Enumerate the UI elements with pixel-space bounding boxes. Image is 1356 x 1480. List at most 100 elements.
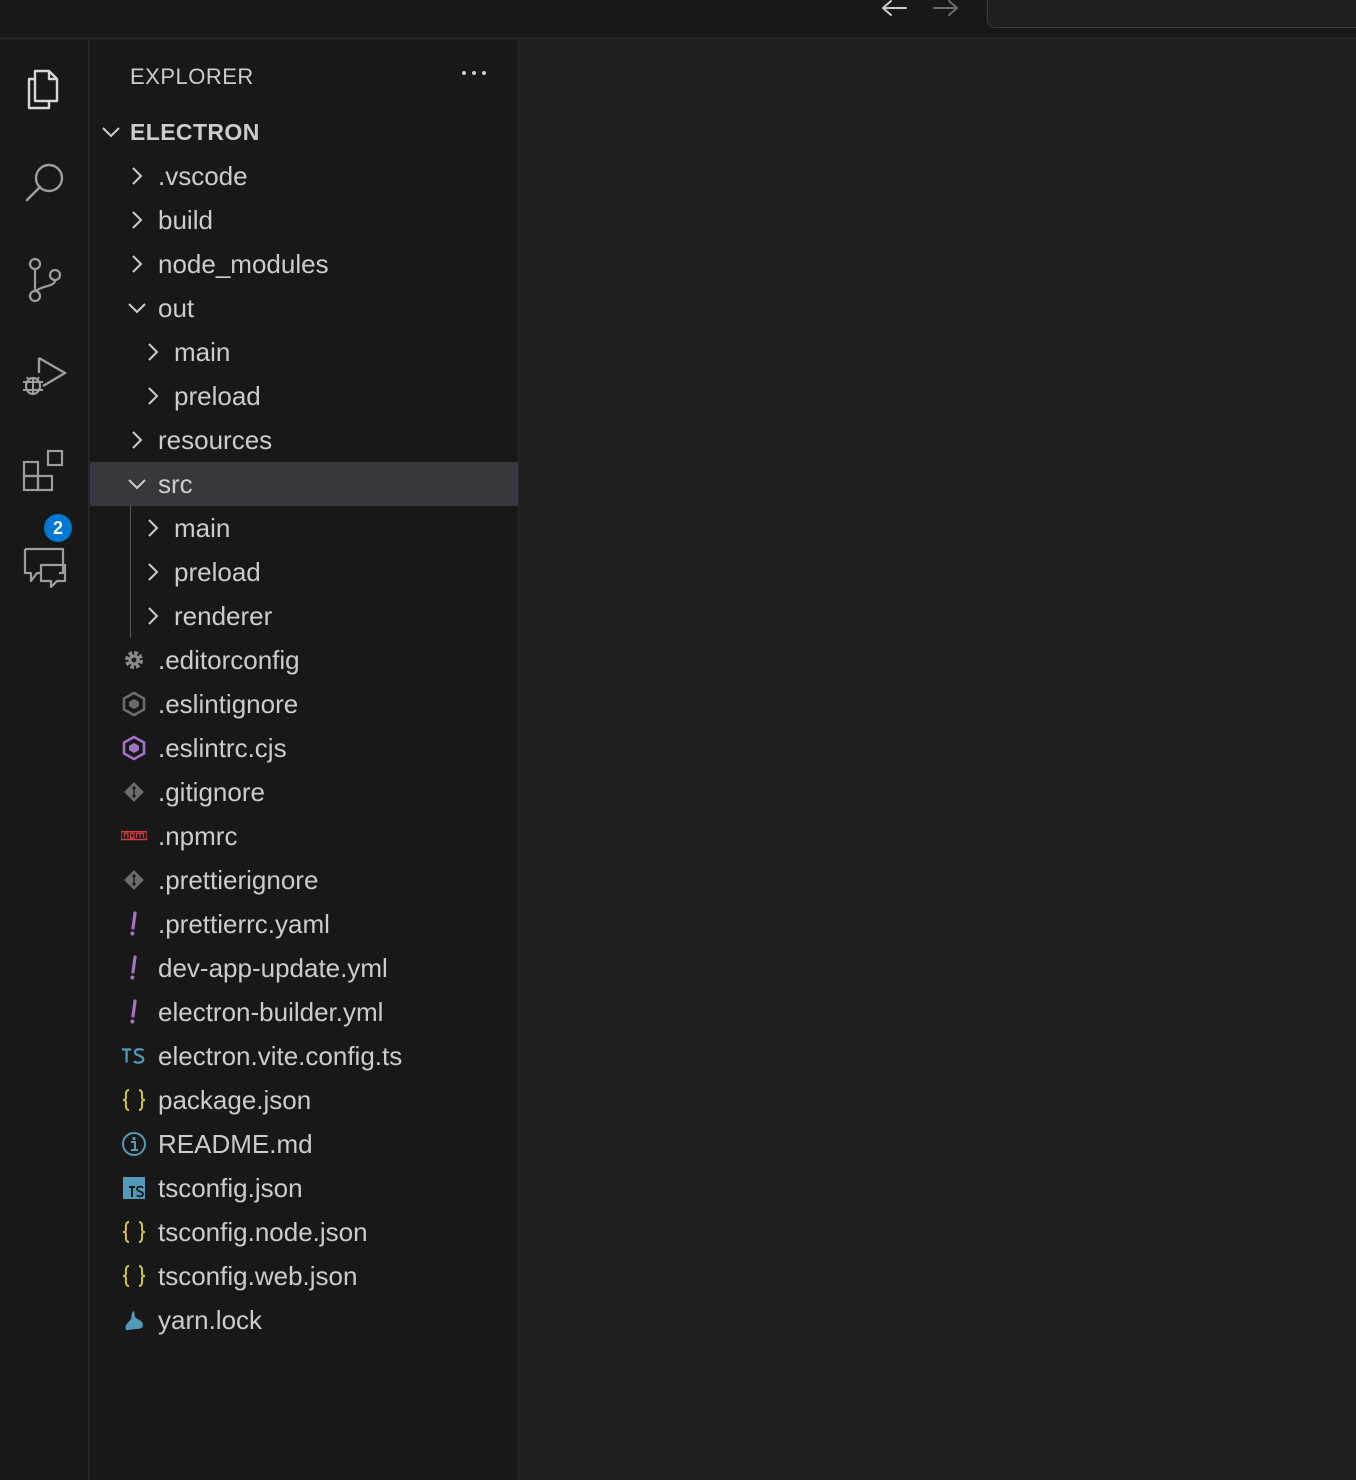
- tree-folder-vscode[interactable]: .vscode: [90, 154, 518, 198]
- source-control-icon: [28, 257, 61, 303]
- file-label: .prettierrc.yaml: [158, 908, 330, 939]
- folder-label: preload: [174, 556, 261, 587]
- tree-folder-node-modules[interactable]: node_modules: [90, 242, 518, 286]
- file-label: .editorconfig: [158, 644, 300, 675]
- chevron-down-icon: [126, 473, 148, 495]
- file-label: .gitignore: [158, 776, 265, 807]
- chevron-right-icon: [142, 341, 164, 363]
- activity-run-debug[interactable]: [0, 330, 89, 420]
- file-label: .prettierignore: [158, 864, 319, 895]
- tree-file[interactable]: tsconfig.web.json: [90, 1254, 518, 1298]
- chevron-right-icon: [126, 165, 148, 187]
- folder-label: src: [158, 468, 193, 499]
- folder-label: .vscode: [158, 160, 248, 191]
- activity-bar: 2: [0, 40, 89, 1480]
- file-label: .eslintrc.cjs: [158, 732, 287, 763]
- activity-source-control[interactable]: [0, 234, 89, 324]
- folder-label: main: [174, 512, 231, 543]
- file-label: README.md: [158, 1128, 313, 1159]
- tree-folder-out-main[interactable]: main: [90, 330, 518, 374]
- folder-label: main: [174, 336, 231, 367]
- activity-chat[interactable]: [0, 522, 89, 612]
- tree-file[interactable]: tsconfig.node.json: [90, 1210, 518, 1254]
- sidebar-title: EXPLORER: [130, 64, 254, 89]
- folder-label: build: [158, 204, 213, 235]
- typescript-icon: [120, 1042, 148, 1070]
- activity-extensions[interactable]: [0, 426, 89, 516]
- eslint-icon: [120, 734, 148, 762]
- tree-file[interactable]: electron.vite.config.ts: [90, 1034, 518, 1078]
- tree-folder-src-main[interactable]: main: [90, 506, 518, 550]
- tree-root-electron[interactable]: ELECTRON: [90, 110, 518, 154]
- chat-icon: [23, 547, 66, 589]
- search-icon: [25, 163, 63, 202]
- chevron-right-icon: [142, 385, 164, 407]
- yaml-icon: [120, 910, 148, 938]
- chevron-right-icon: [126, 429, 148, 451]
- tree-file[interactable]: .gitignore: [90, 770, 518, 814]
- git-icon: [120, 778, 148, 806]
- folder-label: renderer: [174, 600, 273, 631]
- info-icon: [120, 1130, 148, 1158]
- chevron-right-icon: [126, 253, 148, 275]
- arrow-right-icon[interactable]: [930, 0, 962, 18]
- tree-file[interactable]: .eslintignore: [90, 682, 518, 726]
- file-label: electron-builder.yml: [158, 996, 384, 1027]
- tree-folder-src-renderer[interactable]: renderer: [90, 594, 518, 638]
- tree-file[interactable]: package.json: [90, 1078, 518, 1122]
- tree-file[interactable]: .editorconfig: [90, 638, 518, 682]
- tree-file[interactable]: dev-app-update.yml: [90, 946, 518, 990]
- chevron-down-icon: [126, 297, 148, 319]
- arrow-left-icon[interactable]: [878, 0, 910, 18]
- yaml-icon: [120, 998, 148, 1026]
- tree-file[interactable]: electron-builder.yml: [90, 990, 518, 1034]
- folder-label: node_modules: [158, 248, 329, 279]
- title-bar: [0, 0, 1356, 39]
- json-icon: [120, 1086, 148, 1114]
- file-label: package.json: [158, 1084, 312, 1115]
- file-label: tsconfig.json: [158, 1172, 303, 1203]
- run-debug-icon: [22, 356, 66, 396]
- tree-file[interactable]: yarn.lock: [90, 1298, 518, 1342]
- tree-folder-out-preload[interactable]: preload: [90, 374, 518, 418]
- tree-folder-src-preload[interactable]: preload: [90, 550, 518, 594]
- chevron-right-icon: [126, 209, 148, 231]
- chevron-right-icon: [142, 605, 164, 627]
- editor-area[interactable]: [520, 40, 1356, 1480]
- chevron-right-icon: [142, 517, 164, 539]
- folder-label: resources: [158, 424, 273, 455]
- npm-icon: [120, 822, 148, 850]
- folder-label: preload: [174, 380, 261, 411]
- tree-folder-src[interactable]: src: [90, 462, 518, 506]
- command-center[interactable]: [987, 0, 1356, 28]
- tree-file[interactable]: .eslintrc.cjs: [90, 726, 518, 770]
- explorer-sidebar: EXPLORER ELECTRON .vscode build node_mod…: [90, 40, 519, 1480]
- activity-search[interactable]: [0, 138, 89, 228]
- gear-icon: [120, 646, 148, 674]
- chevron-right-icon: [142, 561, 164, 583]
- tree-file[interactable]: .prettierrc.yaml: [90, 902, 518, 946]
- root-label: ELECTRON: [130, 118, 260, 145]
- src-children: main preload renderer: [90, 506, 518, 638]
- ellipsis-icon[interactable]: [456, 58, 492, 88]
- file-label: dev-app-update.yml: [158, 952, 388, 983]
- extensions-icon: [22, 449, 63, 492]
- yarn-icon: [120, 1306, 148, 1334]
- file-label: tsconfig.web.json: [158, 1260, 358, 1291]
- tree-file[interactable]: README.md: [90, 1122, 518, 1166]
- tree-file[interactable]: tsconfig.json: [90, 1166, 518, 1210]
- folder-label: out: [158, 292, 195, 323]
- tree-folder-resources[interactable]: resources: [90, 418, 518, 462]
- file-label: electron.vite.config.ts: [158, 1040, 403, 1071]
- tree-file[interactable]: .npmrc: [90, 814, 518, 858]
- file-label: .npmrc: [158, 820, 238, 851]
- tree-file[interactable]: .prettierignore: [90, 858, 518, 902]
- tree-folder-out[interactable]: out: [90, 286, 518, 330]
- yaml-icon: [120, 954, 148, 982]
- chevron-down-icon: [100, 121, 122, 143]
- tree-folder-build[interactable]: build: [90, 198, 518, 242]
- file-label: .eslintignore: [158, 688, 299, 719]
- activity-explorer[interactable]: [0, 42, 89, 132]
- json-icon: [120, 1218, 148, 1246]
- git-icon: [120, 866, 148, 894]
